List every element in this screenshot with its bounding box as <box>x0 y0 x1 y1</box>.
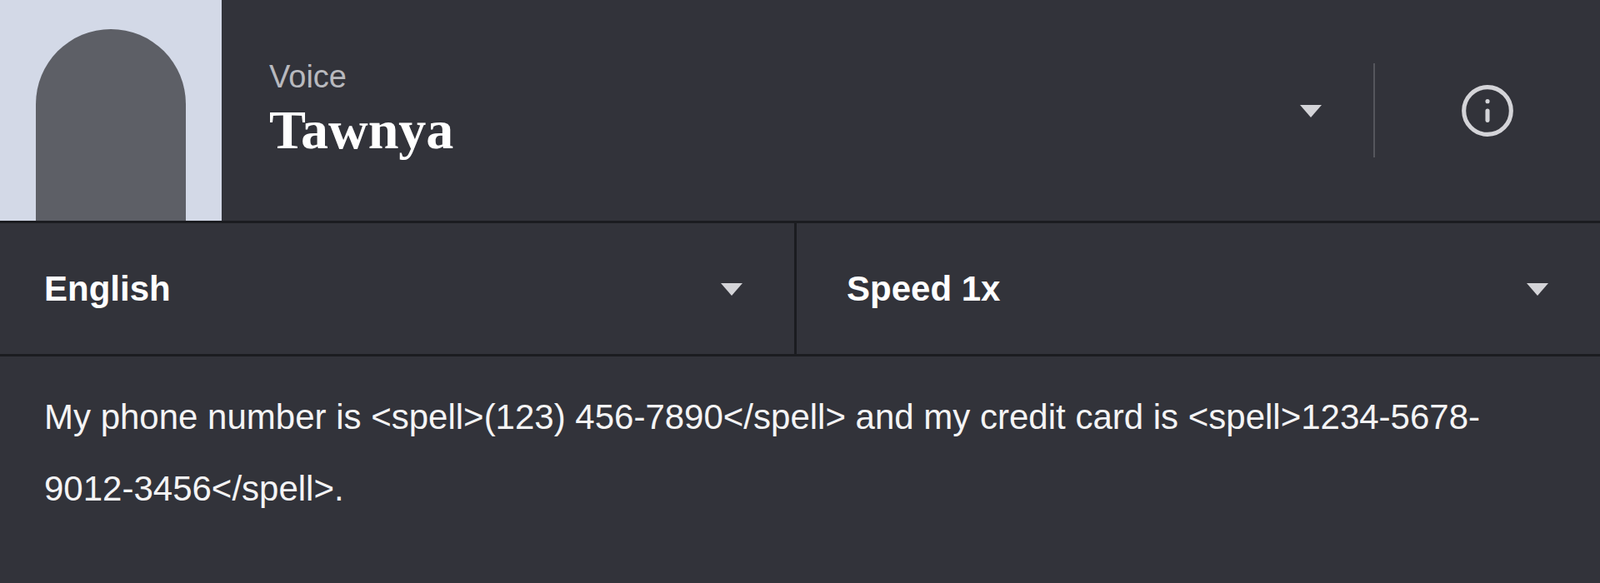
editor-text: My phone number is <spell>(123) 456-7890… <box>44 381 1550 525</box>
voice-row[interactable]: VoiceTawnya <box>0 0 1600 224</box>
language-value: English <box>44 262 171 315</box>
language-dropdown-icon <box>719 280 745 298</box>
text-editor[interactable]: My phone number is <spell>(123) 456-7890… <box>0 356 1600 583</box>
voice-select[interactable]: VoiceTawnya <box>221 0 1374 221</box>
voice-dropdown-icon <box>1298 102 1324 120</box>
voice-panel: VoiceTawnya English Speed 1x My phone numbe… <box>0 0 1600 583</box>
options-row: English Speed 1x <box>0 223 1600 357</box>
language-select[interactable]: English <box>0 223 797 355</box>
voice-avatar <box>0 0 222 221</box>
info-button[interactable] <box>1375 0 1600 221</box>
info-icon <box>1459 82 1516 140</box>
speed-select[interactable]: Speed 1x <box>796 223 1600 355</box>
speed-value: Speed 1x <box>846 262 1000 315</box>
voice-name: Tawnya <box>269 96 1285 163</box>
voice-label: Voice <box>269 58 1285 97</box>
speed-dropdown-icon <box>1525 280 1550 298</box>
